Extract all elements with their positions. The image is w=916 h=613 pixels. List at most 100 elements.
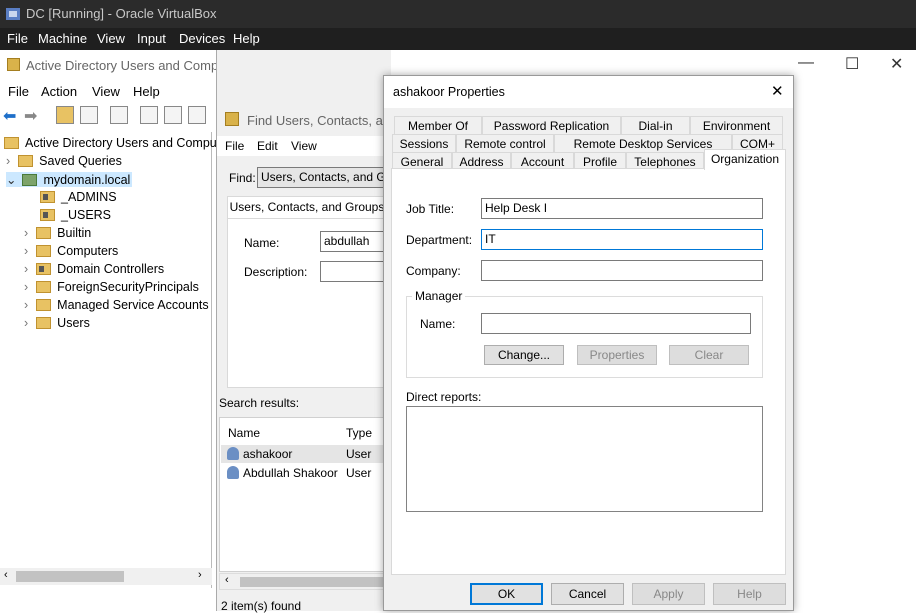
ou-icon bbox=[40, 209, 55, 221]
aduc-menu-action[interactable]: Action bbox=[41, 84, 77, 99]
table-row[interactable]: Abdullah Shakoor User bbox=[221, 464, 391, 482]
aduc-menu-help[interactable]: Help bbox=[133, 84, 160, 99]
export-list-icon[interactable] bbox=[188, 106, 206, 124]
row-type: User bbox=[346, 466, 372, 480]
vbox-menu-help[interactable]: Help bbox=[233, 31, 260, 46]
tree-item-users[interactable]: › Users bbox=[24, 316, 90, 330]
vbox-menu-view[interactable]: View bbox=[97, 31, 125, 46]
show-hide-tree-icon[interactable] bbox=[80, 106, 98, 124]
find-title: Find Users, Contacts, and bbox=[247, 113, 398, 128]
search-results-label: Search results: bbox=[219, 396, 300, 410]
ok-button[interactable]: OK bbox=[470, 583, 543, 605]
tree-horizontal-scrollbar[interactable]: ‹ › bbox=[0, 568, 212, 585]
tree-item-label: Domain Controllers bbox=[57, 262, 165, 276]
row-name: Abdullah Shakoor bbox=[243, 466, 338, 480]
scroll-right-icon[interactable]: › bbox=[198, 569, 202, 581]
back-arrow-icon[interactable]: ⬅ bbox=[3, 106, 16, 126]
chevron-down-icon[interactable]: ⌄ bbox=[6, 173, 16, 187]
vbox-menu-devices[interactable]: Devices bbox=[179, 31, 225, 46]
change-button[interactable]: Change... bbox=[484, 345, 564, 365]
tree-item-foreign-security[interactable]: › ForeignSecurityPrincipals bbox=[24, 280, 199, 294]
tab-remote-control[interactable]: Remote control bbox=[456, 134, 554, 152]
tree-item-domain[interactable]: ⌄ mydomain.local bbox=[6, 172, 133, 187]
refresh-icon[interactable] bbox=[164, 106, 182, 124]
clipboard-icon[interactable] bbox=[110, 106, 128, 124]
col-type-header[interactable]: Type bbox=[346, 426, 372, 440]
tab-organization[interactable]: Organization bbox=[704, 149, 786, 170]
forward-arrow-icon[interactable]: ➡ bbox=[24, 106, 37, 126]
tree-item-label: Managed Service Accounts bbox=[57, 298, 209, 312]
aduc-root-icon bbox=[4, 137, 19, 149]
virtualbox-icon bbox=[6, 8, 20, 20]
vbox-menu-input[interactable]: Input bbox=[137, 31, 166, 46]
scroll-left-icon[interactable]: ‹ bbox=[4, 569, 8, 581]
scroll-thumb[interactable] bbox=[240, 577, 390, 587]
chevron-right-icon[interactable]: › bbox=[24, 226, 28, 240]
folder-icon bbox=[36, 281, 52, 293]
tree-item-domain-controllers[interactable]: › Domain Controllers bbox=[24, 262, 164, 276]
vbox-menu-file[interactable]: File bbox=[7, 31, 28, 46]
search-results-list: Name Type ashakoor User Abdullah Shakoor… bbox=[219, 417, 394, 572]
clear-button[interactable]: Clear bbox=[669, 345, 749, 365]
folder-icon bbox=[36, 317, 52, 329]
department-input[interactable]: IT bbox=[481, 229, 763, 250]
chevron-right-icon[interactable]: › bbox=[6, 154, 10, 168]
cancel-button[interactable]: Cancel bbox=[551, 583, 624, 605]
properties-button[interactable]: Properties bbox=[577, 345, 657, 365]
tree-item-computers[interactable]: › Computers bbox=[24, 244, 118, 258]
minimize-icon[interactable]: — bbox=[798, 54, 814, 72]
chevron-right-icon[interactable]: › bbox=[24, 316, 28, 330]
tree-item-saved-queries[interactable]: › Saved Queries bbox=[6, 154, 122, 168]
apply-button[interactable]: Apply bbox=[632, 583, 705, 605]
tab-sessions[interactable]: Sessions bbox=[392, 134, 456, 152]
find-tab[interactable]: Users, Contacts, and Groups bbox=[227, 196, 387, 218]
direct-reports-list[interactable] bbox=[406, 406, 763, 512]
tab-dial-in[interactable]: Dial-in bbox=[621, 116, 690, 134]
find-menu-file[interactable]: File bbox=[225, 139, 244, 153]
tree-item-builtin[interactable]: › Builtin bbox=[24, 226, 91, 240]
close-icon[interactable]: ✕ bbox=[890, 54, 903, 74]
find-name-label: Name: bbox=[244, 236, 280, 250]
help-button[interactable]: Help bbox=[713, 583, 786, 605]
company-input[interactable] bbox=[481, 260, 763, 281]
aduc-menu-file[interactable]: File bbox=[8, 84, 29, 99]
maximize-icon[interactable]: ☐ bbox=[845, 54, 859, 74]
vbox-title: DC [Running] - Oracle VirtualBox bbox=[26, 6, 217, 21]
chevron-right-icon[interactable]: › bbox=[24, 262, 28, 276]
folder-icon bbox=[36, 227, 52, 239]
tree-root[interactable]: Active Directory Users and Comput bbox=[4, 136, 220, 150]
up-folder-icon[interactable] bbox=[56, 106, 74, 124]
scroll-left-icon[interactable]: ‹ bbox=[225, 574, 229, 586]
close-icon[interactable]: ✕ bbox=[771, 82, 784, 100]
scroll-thumb[interactable] bbox=[16, 571, 124, 582]
tree-item-managed-service[interactable]: › Managed Service Accounts bbox=[24, 298, 209, 312]
vbox-menu-machine[interactable]: Machine bbox=[38, 31, 87, 46]
job-title-input[interactable]: Help Desk I bbox=[481, 198, 763, 219]
find-dialog: Find Users, Contacts, and File Edit View… bbox=[216, 50, 400, 613]
manager-name-input[interactable] bbox=[481, 313, 751, 334]
tab-environment[interactable]: Environment bbox=[690, 116, 783, 134]
ou-icon bbox=[40, 191, 55, 203]
col-name-header[interactable]: Name bbox=[228, 426, 260, 440]
tree-item-users-ou[interactable]: _USERS bbox=[40, 208, 111, 222]
manager-name-label: Name: bbox=[420, 317, 456, 331]
aduc-menu-view[interactable]: View bbox=[92, 84, 120, 99]
find-tab-panel: Name: abdullah Description: bbox=[227, 218, 400, 388]
chevron-right-icon[interactable]: › bbox=[24, 280, 28, 294]
tab-member-of[interactable]: Member Of bbox=[394, 116, 482, 134]
tree-item-admins[interactable]: _ADMINS bbox=[40, 190, 117, 204]
direct-reports-label: Direct reports: bbox=[406, 390, 482, 404]
tab-password-replication[interactable]: Password Replication bbox=[482, 116, 621, 134]
domain-icon bbox=[22, 174, 38, 186]
find-type-select[interactable]: Users, Contacts, and Grou bbox=[257, 167, 397, 188]
properties-icon[interactable] bbox=[140, 106, 158, 124]
find-description-label: Description: bbox=[244, 265, 308, 279]
chevron-right-icon[interactable]: › bbox=[24, 298, 28, 312]
tree-root-label: Active Directory Users and Comput bbox=[25, 136, 221, 150]
results-horizontal-scrollbar[interactable]: ‹ bbox=[219, 573, 394, 590]
find-menu-view[interactable]: View bbox=[291, 139, 317, 153]
find-menu-edit[interactable]: Edit bbox=[257, 139, 278, 153]
tree-pane: Active Directory Users and Comput › Saved… bbox=[0, 132, 220, 588]
table-row[interactable]: ashakoor User bbox=[221, 445, 391, 463]
chevron-right-icon[interactable]: › bbox=[24, 244, 28, 258]
